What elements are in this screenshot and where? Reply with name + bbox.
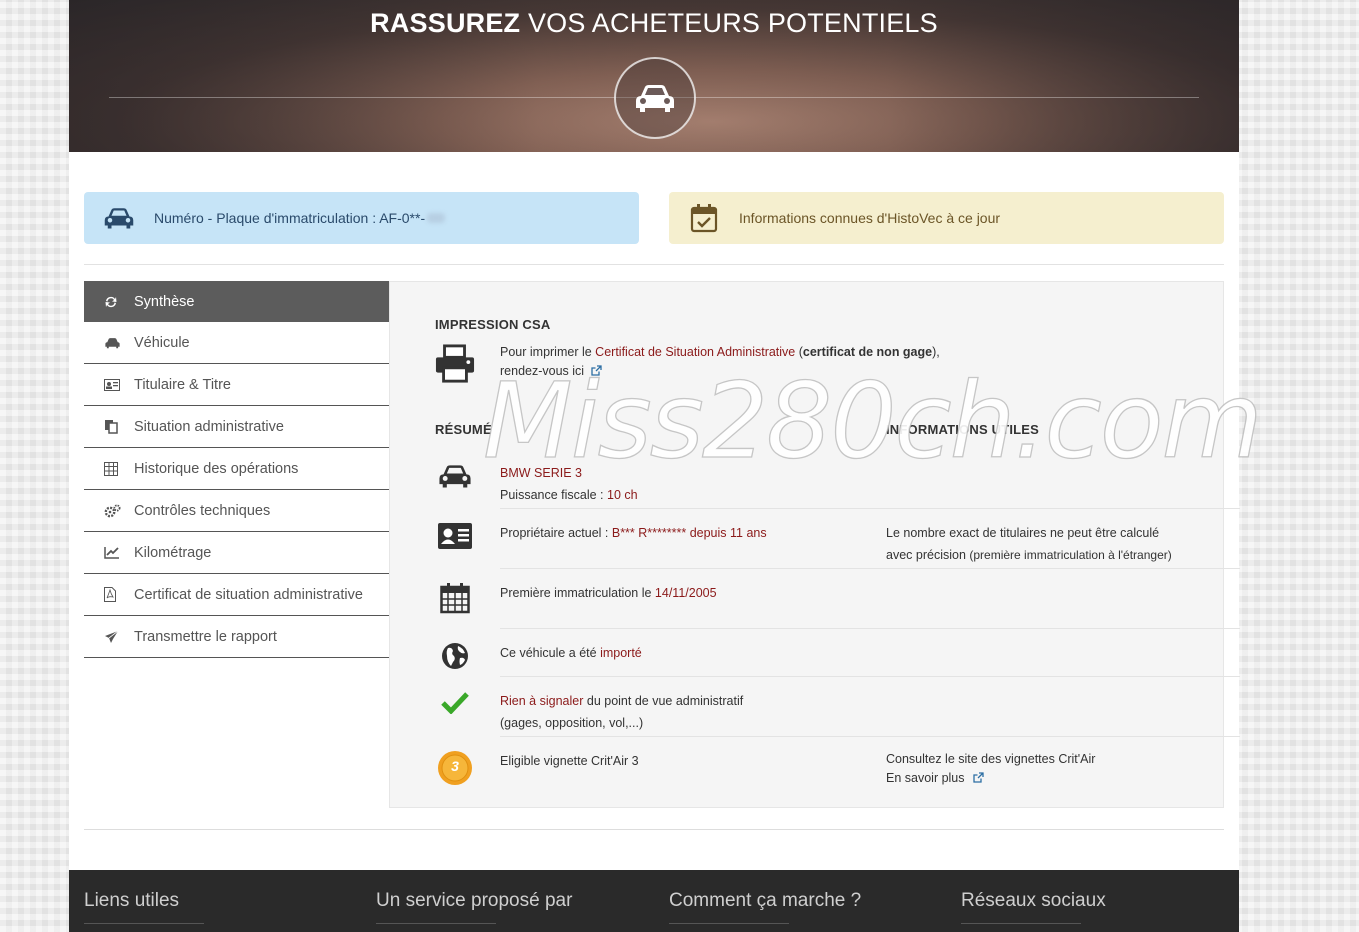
table-icon	[104, 461, 134, 476]
row-divider	[500, 568, 1240, 569]
info-utiles-title: INFORMATIONS UTILES	[886, 422, 1040, 437]
id-card-icon	[435, 522, 475, 550]
footer: Liens utiles Un service proposé par Comm…	[69, 870, 1239, 932]
csa-row: Pour imprimer le Certificat de Situation…	[435, 344, 1195, 389]
synthese-panel: IMPRESSION CSA Pour imprimer le Certific…	[389, 281, 1240, 808]
copy-icon	[104, 419, 134, 434]
id-card-icon	[104, 378, 134, 391]
sidebar-item-label: Véhicule	[134, 334, 190, 351]
sidebar-item-certificat[interactable]: Certificat de situation administrative	[84, 574, 389, 616]
sidebar-item-label: Contrôles techniques	[134, 502, 271, 519]
critair-learn-more-link[interactable]: En savoir plus	[886, 767, 984, 789]
divider	[84, 264, 1224, 265]
plate-number-text: Numéro - Plaque d'immatriculation : AF-0…	[154, 210, 426, 226]
footer-col-comment: Comment ça marche ?	[669, 890, 861, 924]
row-divider	[500, 628, 1240, 629]
csa-rendez-vous-link[interactable]: rendez-vous ici	[500, 360, 602, 382]
printer-icon	[435, 344, 475, 384]
row-divider	[500, 736, 1240, 737]
calendar-icon	[435, 582, 475, 614]
critair-badge-icon: 3	[435, 750, 475, 786]
sidebar-item-synthese[interactable]: Synthèse	[84, 281, 389, 322]
car-icon	[84, 206, 154, 230]
check-icon	[435, 690, 475, 714]
sidebar-item-controles[interactable]: Contrôles techniques	[84, 490, 389, 532]
sidebar-item-titulaire[interactable]: Titulaire & Titre	[84, 364, 389, 406]
sidebar-item-vehicule[interactable]: Véhicule	[84, 322, 389, 364]
pdf-file-icon	[104, 587, 134, 602]
sidebar-item-historique[interactable]: Historique des opérations	[84, 448, 389, 490]
paper-plane-icon	[104, 630, 134, 644]
gears-icon	[104, 504, 134, 518]
current-owner: Propriétaire actuel : B*** R******** dep…	[500, 526, 767, 540]
owner-count-note-2: avec précision (première immatriculation…	[886, 548, 1172, 562]
sidebar-nav: Synthèse Véhicule Titulaire & Titre Situ…	[84, 281, 389, 658]
external-link-icon	[973, 772, 984, 783]
sidebar-item-label: Certificat de situation administrative	[134, 586, 363, 603]
imported-text: Ce véhicule a été importé	[500, 646, 642, 660]
sidebar-item-label: Transmettre le rapport	[134, 628, 277, 645]
vehicle-model: BMW SERIE 3	[500, 466, 582, 480]
sidebar-item-label: Synthèse	[134, 293, 195, 310]
csa-certificate-link[interactable]: Certificat de Situation Administrative	[595, 345, 795, 359]
sidebar-item-transmettre[interactable]: Transmettre le rapport	[84, 616, 389, 658]
csa-section-title: IMPRESSION CSA	[435, 317, 551, 332]
histovec-info-text: Informations connues d'HistoVec à ce jou…	[739, 210, 1001, 226]
footer-col-liens: Liens utiles	[84, 890, 204, 924]
line-chart-icon	[104, 546, 134, 559]
car-icon	[104, 337, 134, 349]
page: RASSUREZ VOS ACHETEURS POTENTIELS Numéro…	[69, 0, 1263, 932]
sidebar-item-label: Situation administrative	[134, 418, 284, 435]
sidebar-item-kilometrage[interactable]: Kilométrage	[84, 532, 389, 574]
blurred-plate-digits	[427, 213, 446, 223]
first-registration-text: Première immatriculation le 14/11/2005	[500, 586, 717, 600]
globe-icon	[435, 642, 475, 670]
hero-title: RASSUREZ VOS ACHETEURS POTENTIELS	[370, 8, 938, 38]
car-icon	[435, 462, 475, 490]
row-divider	[500, 676, 1240, 677]
sidebar-item-label: Kilométrage	[134, 544, 212, 561]
svg-text:3: 3	[451, 758, 459, 774]
car-icon	[614, 57, 696, 139]
calendar-check-icon	[669, 203, 739, 233]
admin-status-details: (gages, opposition, vol,...)	[500, 716, 644, 730]
fiscal-power: Puissance fiscale : 10 ch	[500, 488, 638, 502]
row-divider	[500, 508, 1240, 509]
admin-status-text: Rien à signaler du point de vue administ…	[500, 694, 744, 708]
external-link-icon	[590, 365, 602, 376]
footer-col-reseaux: Réseaux sociaux	[961, 890, 1106, 924]
hero-banner: RASSUREZ VOS ACHETEURS POTENTIELS	[69, 0, 1239, 152]
footer-col-service: Un service proposé par	[376, 890, 572, 924]
sidebar-item-situation-admin[interactable]: Situation administrative	[84, 406, 389, 448]
resume-section-title: RÉSUMÉ	[435, 422, 492, 437]
divider	[84, 829, 1224, 830]
sidebar-item-label: Titulaire & Titre	[134, 376, 231, 393]
critair-text: Eligible vignette Crit'Air 3	[500, 754, 639, 768]
histovec-info-box: Informations connues d'HistoVec à ce jou…	[669, 192, 1224, 244]
owner-count-note: Le nombre exact de titulaires ne peut êt…	[886, 526, 1160, 540]
plate-number-box: Numéro - Plaque d'immatriculation : AF-0…	[84, 192, 639, 244]
refresh-icon	[104, 295, 134, 309]
sidebar-item-label: Historique des opérations	[134, 460, 299, 477]
